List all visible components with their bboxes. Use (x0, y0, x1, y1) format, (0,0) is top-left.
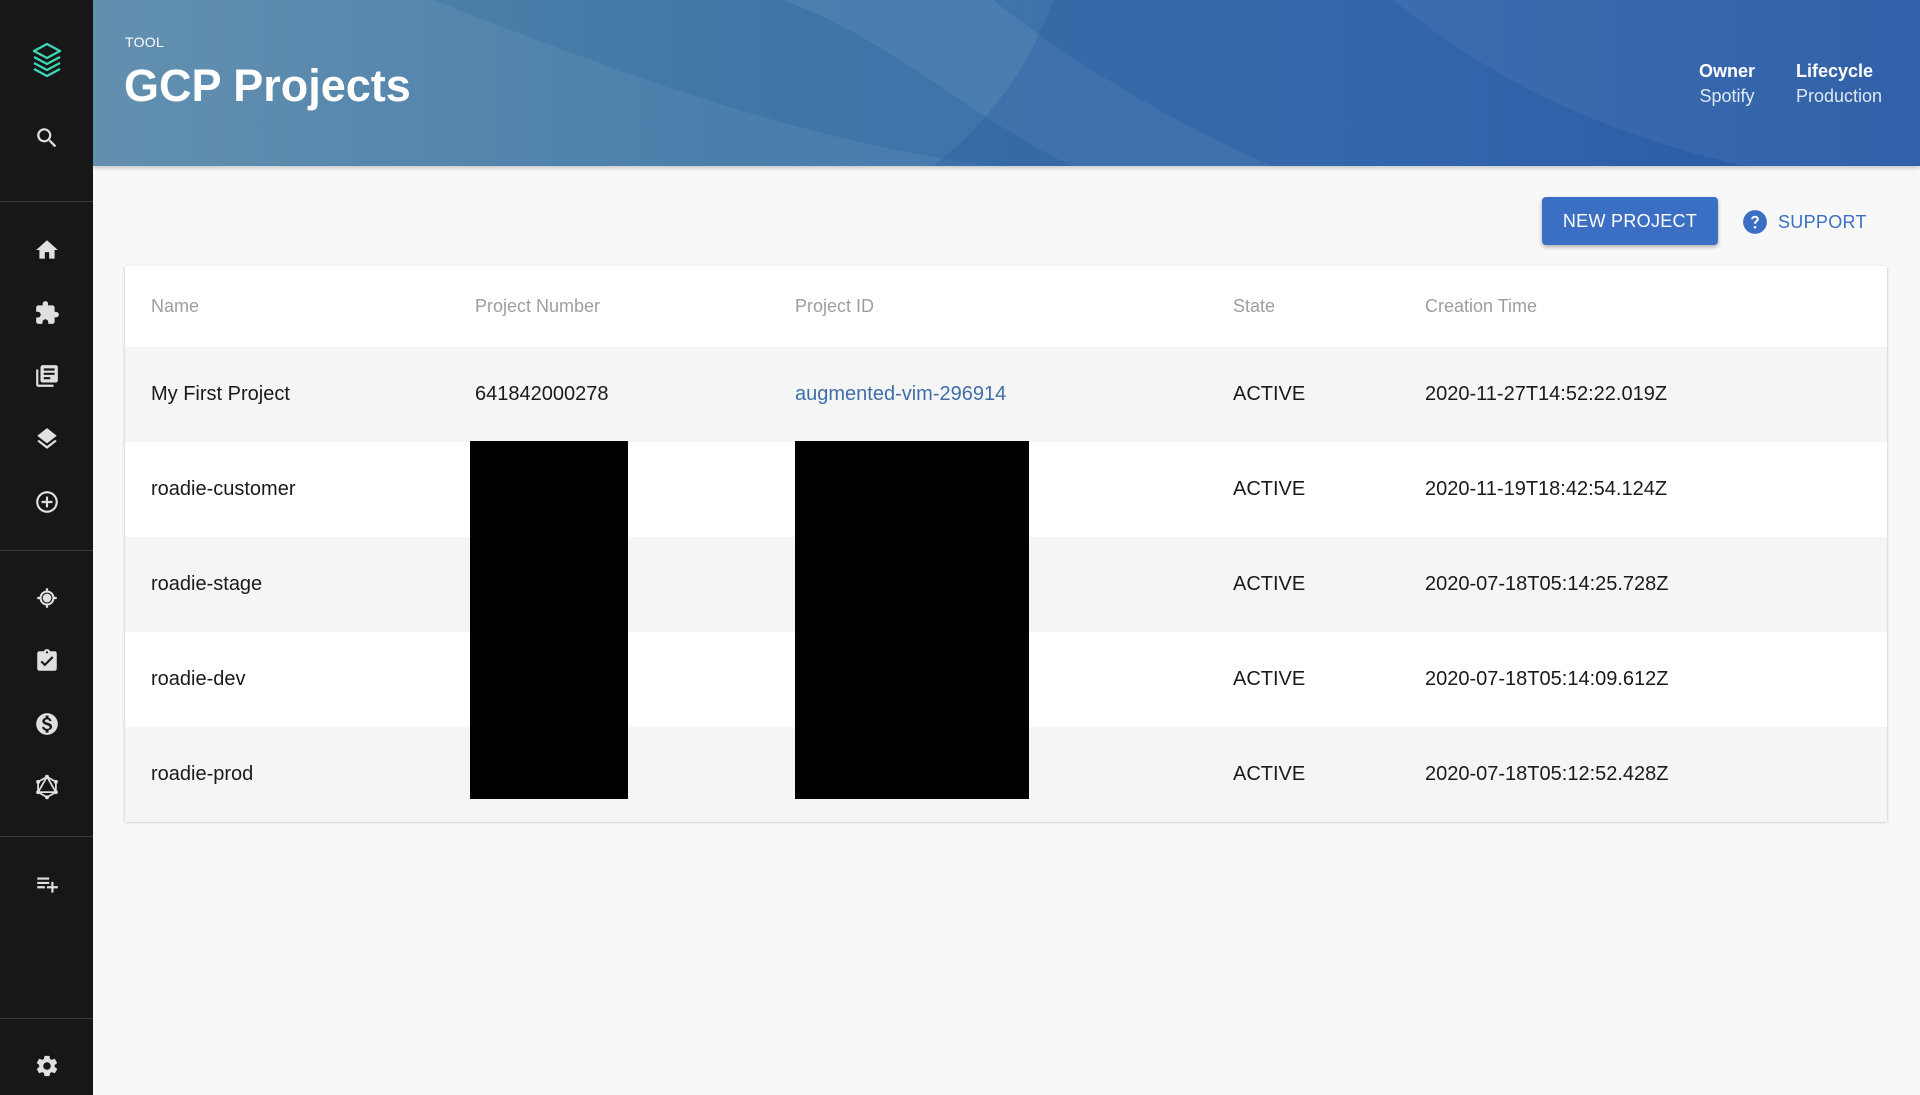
project-state: ACTIVE (1233, 478, 1306, 500)
project-creation-time: 2020-11-27T14:52:22.019Z (1425, 383, 1668, 405)
support-button[interactable]: SUPPORT (1742, 205, 1867, 239)
graphql-icon[interactable] (0, 759, 93, 815)
layers-icon[interactable] (0, 411, 93, 467)
assignment-check-icon[interactable] (0, 633, 93, 689)
column-header-project-number[interactable]: Project Number (475, 296, 600, 317)
table-header: Name Project Number Project ID State Cre… (125, 266, 1887, 347)
support-label: SUPPORT (1778, 211, 1867, 232)
project-name: My First Project (151, 383, 290, 405)
project-name: roadie-customer (151, 478, 296, 500)
add-circle-icon[interactable] (0, 474, 93, 530)
project-creation-time: 2020-11-19T18:42:54.124Z (1425, 478, 1668, 500)
help-icon (1743, 210, 1767, 234)
logo-icon[interactable] (0, 32, 93, 88)
owner-value[interactable]: Spotify (1699, 86, 1755, 107)
project-creation-time: 2020-07-18T05:12:52.428Z (1425, 763, 1669, 785)
project-number: 641842000278 (475, 383, 609, 405)
project-state: ACTIVE (1233, 668, 1306, 690)
playlist-add-icon[interactable] (0, 856, 93, 912)
redaction-block-project-id (795, 441, 1029, 799)
lifecycle-value: Production (1796, 86, 1883, 106)
project-id-link[interactable]: augmented-vim-296914 (795, 383, 1006, 406)
project-state: ACTIVE (1233, 383, 1306, 405)
dollar-icon[interactable] (0, 696, 93, 752)
lifecycle-meta: Lifecycle Production (1796, 61, 1882, 107)
project-state: ACTIVE (1233, 573, 1306, 595)
project-creation-time: 2020-07-18T05:14:09.612Z (1425, 668, 1669, 690)
project-state: ACTIVE (1233, 763, 1306, 785)
page-title: GCP Projects (124, 60, 411, 111)
settings-icon[interactable] (0, 1038, 93, 1094)
puzzle-icon[interactable] (0, 285, 93, 341)
new-project-button[interactable]: NEW PROJECT (1542, 197, 1718, 245)
page-header: TOOL GCP Projects Owner Spotify Lifecycl… (93, 0, 1920, 166)
target-icon[interactable] (0, 570, 93, 626)
table-row: My First Project 641842000278 augmented-… (125, 347, 1887, 442)
owner-meta: Owner Spotify (1699, 61, 1755, 107)
sidebar-divider (0, 550, 93, 551)
entity-type-label: TOOL (125, 34, 165, 50)
column-header-name[interactable]: Name (151, 296, 199, 317)
project-name: roadie-dev (151, 668, 246, 690)
column-header-state[interactable]: State (1233, 296, 1275, 317)
sidebar-divider (0, 836, 93, 837)
sidebar-divider (0, 1018, 93, 1019)
sidebar-divider (0, 201, 93, 202)
column-header-creation-time[interactable]: Creation Time (1425, 296, 1537, 317)
project-name: roadie-prod (151, 763, 254, 785)
project-creation-time: 2020-07-18T05:14:25.728Z (1425, 573, 1669, 595)
column-header-project-id[interactable]: Project ID (795, 296, 874, 317)
lifecycle-label: Lifecycle (1796, 61, 1874, 81)
search-icon[interactable] (0, 110, 93, 166)
home-icon[interactable] (0, 222, 93, 278)
sidebar (0, 0, 93, 1095)
library-books-icon[interactable] (0, 348, 93, 404)
owner-label: Owner (1699, 61, 1756, 81)
project-name: roadie-stage (151, 573, 263, 595)
redaction-block-project-number (470, 441, 628, 799)
projects-table: Name Project Number Project ID State Cre… (125, 266, 1887, 822)
